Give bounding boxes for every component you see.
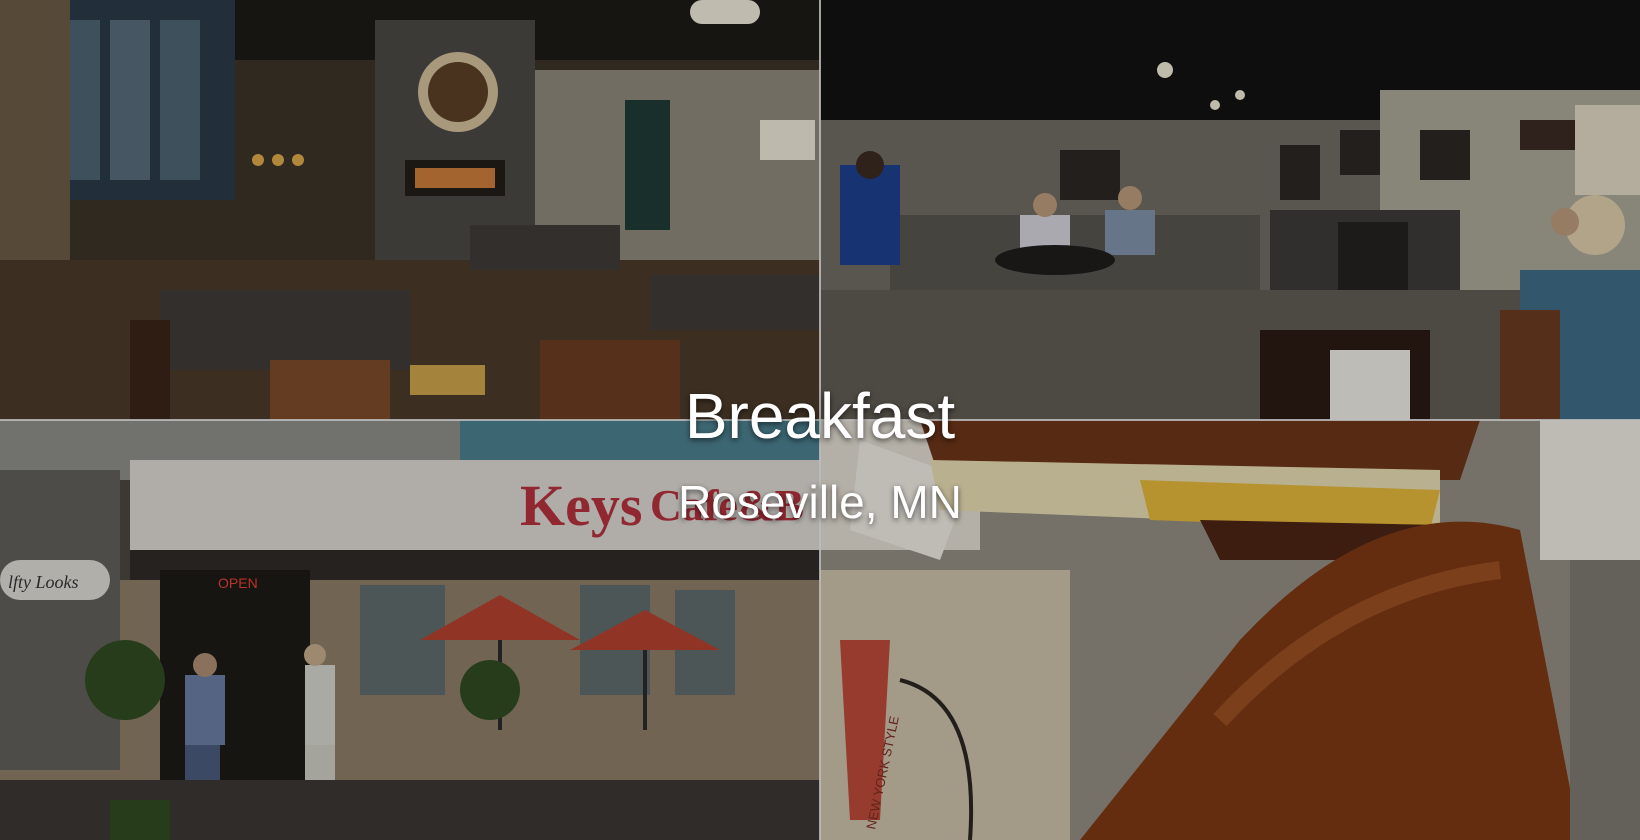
photo-collage: Keys Cafe&B lfty Looks OPEN NEW YORK STY… [0, 0, 1640, 840]
cafe-interior-illustration [820, 0, 1640, 420]
keys-cafe-storefront-photo: Keys Cafe&B lfty Looks OPEN [0, 420, 820, 840]
svg-text:Keys: Keys [520, 473, 642, 538]
svg-text:OPEN: OPEN [218, 575, 258, 591]
svg-text:lfty Looks: lfty Looks [8, 572, 79, 592]
breakfast-sandwich-closeup-photo: NEW YORK STYLE [820, 420, 1640, 840]
svg-text:Cafe&B: Cafe&B [650, 481, 804, 530]
cafe-counter-interior-photo [820, 0, 1640, 420]
dining-room-illustration [0, 0, 820, 420]
storefront-illustration: Keys Cafe&B lfty Looks OPEN [0, 420, 820, 840]
collage-horizontal-divider [0, 419, 1640, 421]
restaurant-dining-room-photo [0, 0, 820, 420]
sandwich-illustration: NEW YORK STYLE [820, 420, 1640, 840]
